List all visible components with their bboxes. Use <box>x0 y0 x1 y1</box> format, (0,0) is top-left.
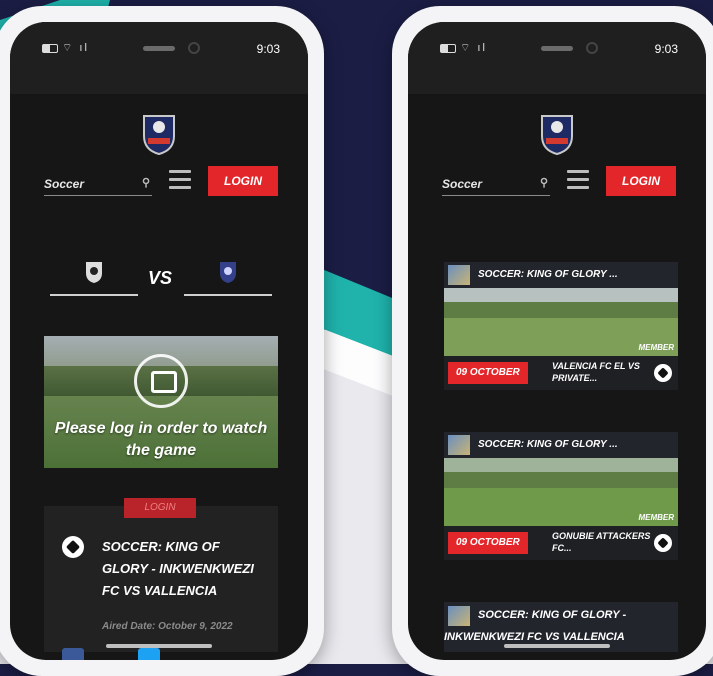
status-icons: ⌔ ıl <box>440 41 487 55</box>
match-title: SOCCER: KING OF GLORY - INKWENKWEZI FC V… <box>102 539 254 598</box>
video-login-button[interactable]: LOGIN <box>124 498 196 518</box>
match-name: VALENCIA FC EL VS PRIVATE... <box>552 361 640 383</box>
search-input[interactable]: Soccer ⚲ <box>442 177 550 196</box>
lock-message: Please log in order to watch the game <box>54 420 268 459</box>
card-thumbnail <box>448 265 470 285</box>
card-header: SOCCER: KING OF GLORY ... <box>444 262 678 288</box>
speaker-grille <box>143 46 175 51</box>
match-teams: VS <box>50 258 274 298</box>
vs-label: VS <box>148 268 173 288</box>
front-camera <box>586 42 598 54</box>
left-phone-screen: ⌔ ıl 9:03 Soccer ⚲ LOGIN VS Please log i… <box>10 22 308 660</box>
member-badge: MEMBER <box>638 343 674 352</box>
search-icon[interactable]: ⚲ <box>540 176 548 189</box>
search-placeholder: Soccer <box>442 177 483 191</box>
soccer-ball-icon <box>62 536 84 558</box>
club-logo <box>143 115 175 156</box>
search-placeholder: Soccer <box>44 177 85 191</box>
menu-icon[interactable] <box>567 170 589 194</box>
lock-icon <box>134 354 188 408</box>
match-name: GONUBIE ATTACKERS FC... <box>552 531 651 553</box>
front-camera <box>188 42 200 54</box>
match-info-card: SOCCER: KING OF GLORY - INKWENKWEZI FC V… <box>44 506 278 652</box>
home-indicator <box>504 644 610 648</box>
home-team <box>50 258 138 296</box>
locked-video-player[interactable]: Please log in order to watch the game <box>44 336 278 468</box>
list-item[interactable]: SOCCER: KING OF GLORY ... MEMBER 09 OCTO… <box>444 432 678 560</box>
card-image: MEMBER <box>444 458 678 526</box>
menu-icon[interactable] <box>169 170 191 194</box>
card-thumbnail <box>448 435 470 455</box>
card-title: SOCCER: KING OF GLORY ... <box>478 269 618 280</box>
card-footer: 09 OCTOBER VALENCIA FC EL VS PRIVATE... <box>444 356 678 390</box>
card-image: MEMBER <box>444 288 678 356</box>
away-team <box>184 258 272 296</box>
card-footer: 09 OCTOBER GONUBIE ATTACKERS FC... <box>444 526 678 560</box>
search-icon[interactable]: ⚲ <box>142 176 150 189</box>
right-phone-mockup: ⌔ ıl 9:03 Soccer ⚲ LOGIN SOCCER: KING OF… <box>392 6 713 676</box>
date-badge: 09 OCTOBER <box>448 362 528 384</box>
date-badge: 09 OCTOBER <box>448 532 528 554</box>
right-phone-screen: ⌔ ıl 9:03 Soccer ⚲ LOGIN SOCCER: KING OF… <box>408 22 706 660</box>
status-time: 9:03 <box>654 42 678 56</box>
soccer-ball-icon <box>654 364 672 382</box>
aired-date: Aired Date: October 9, 2022 <box>102 621 233 632</box>
card-title-line1: SOCCER: KING OF GLORY - <box>478 609 627 621</box>
speaker-grille <box>541 46 573 51</box>
search-input[interactable]: Soccer ⚲ <box>44 177 152 196</box>
facebook-icon[interactable] <box>62 648 84 660</box>
twitter-icon[interactable] <box>138 648 160 660</box>
status-bar: ⌔ ıl 9:03 <box>408 22 706 94</box>
login-button[interactable]: LOGIN <box>606 166 676 196</box>
status-bar: ⌔ ıl 9:03 <box>10 22 308 94</box>
card-title: SOCCER: KING OF GLORY ... <box>478 439 618 450</box>
status-icons: ⌔ ıl <box>42 41 89 55</box>
soccer-ball-icon <box>654 534 672 552</box>
card-header: SOCCER: KING OF GLORY ... <box>444 432 678 458</box>
status-time: 9:03 <box>256 42 280 56</box>
home-team-crest-icon <box>86 262 102 283</box>
list-item[interactable]: SOCCER: KING OF GLORY ... MEMBER 09 OCTO… <box>444 262 678 390</box>
member-badge: MEMBER <box>638 513 674 522</box>
left-phone-mockup: ⌔ ıl 9:03 Soccer ⚲ LOGIN VS Please log i… <box>0 6 324 676</box>
login-button[interactable]: LOGIN <box>208 166 278 196</box>
club-logo <box>541 115 573 156</box>
away-team-crest-icon <box>220 262 236 283</box>
card-thumbnail <box>448 606 470 626</box>
home-indicator <box>106 644 212 648</box>
